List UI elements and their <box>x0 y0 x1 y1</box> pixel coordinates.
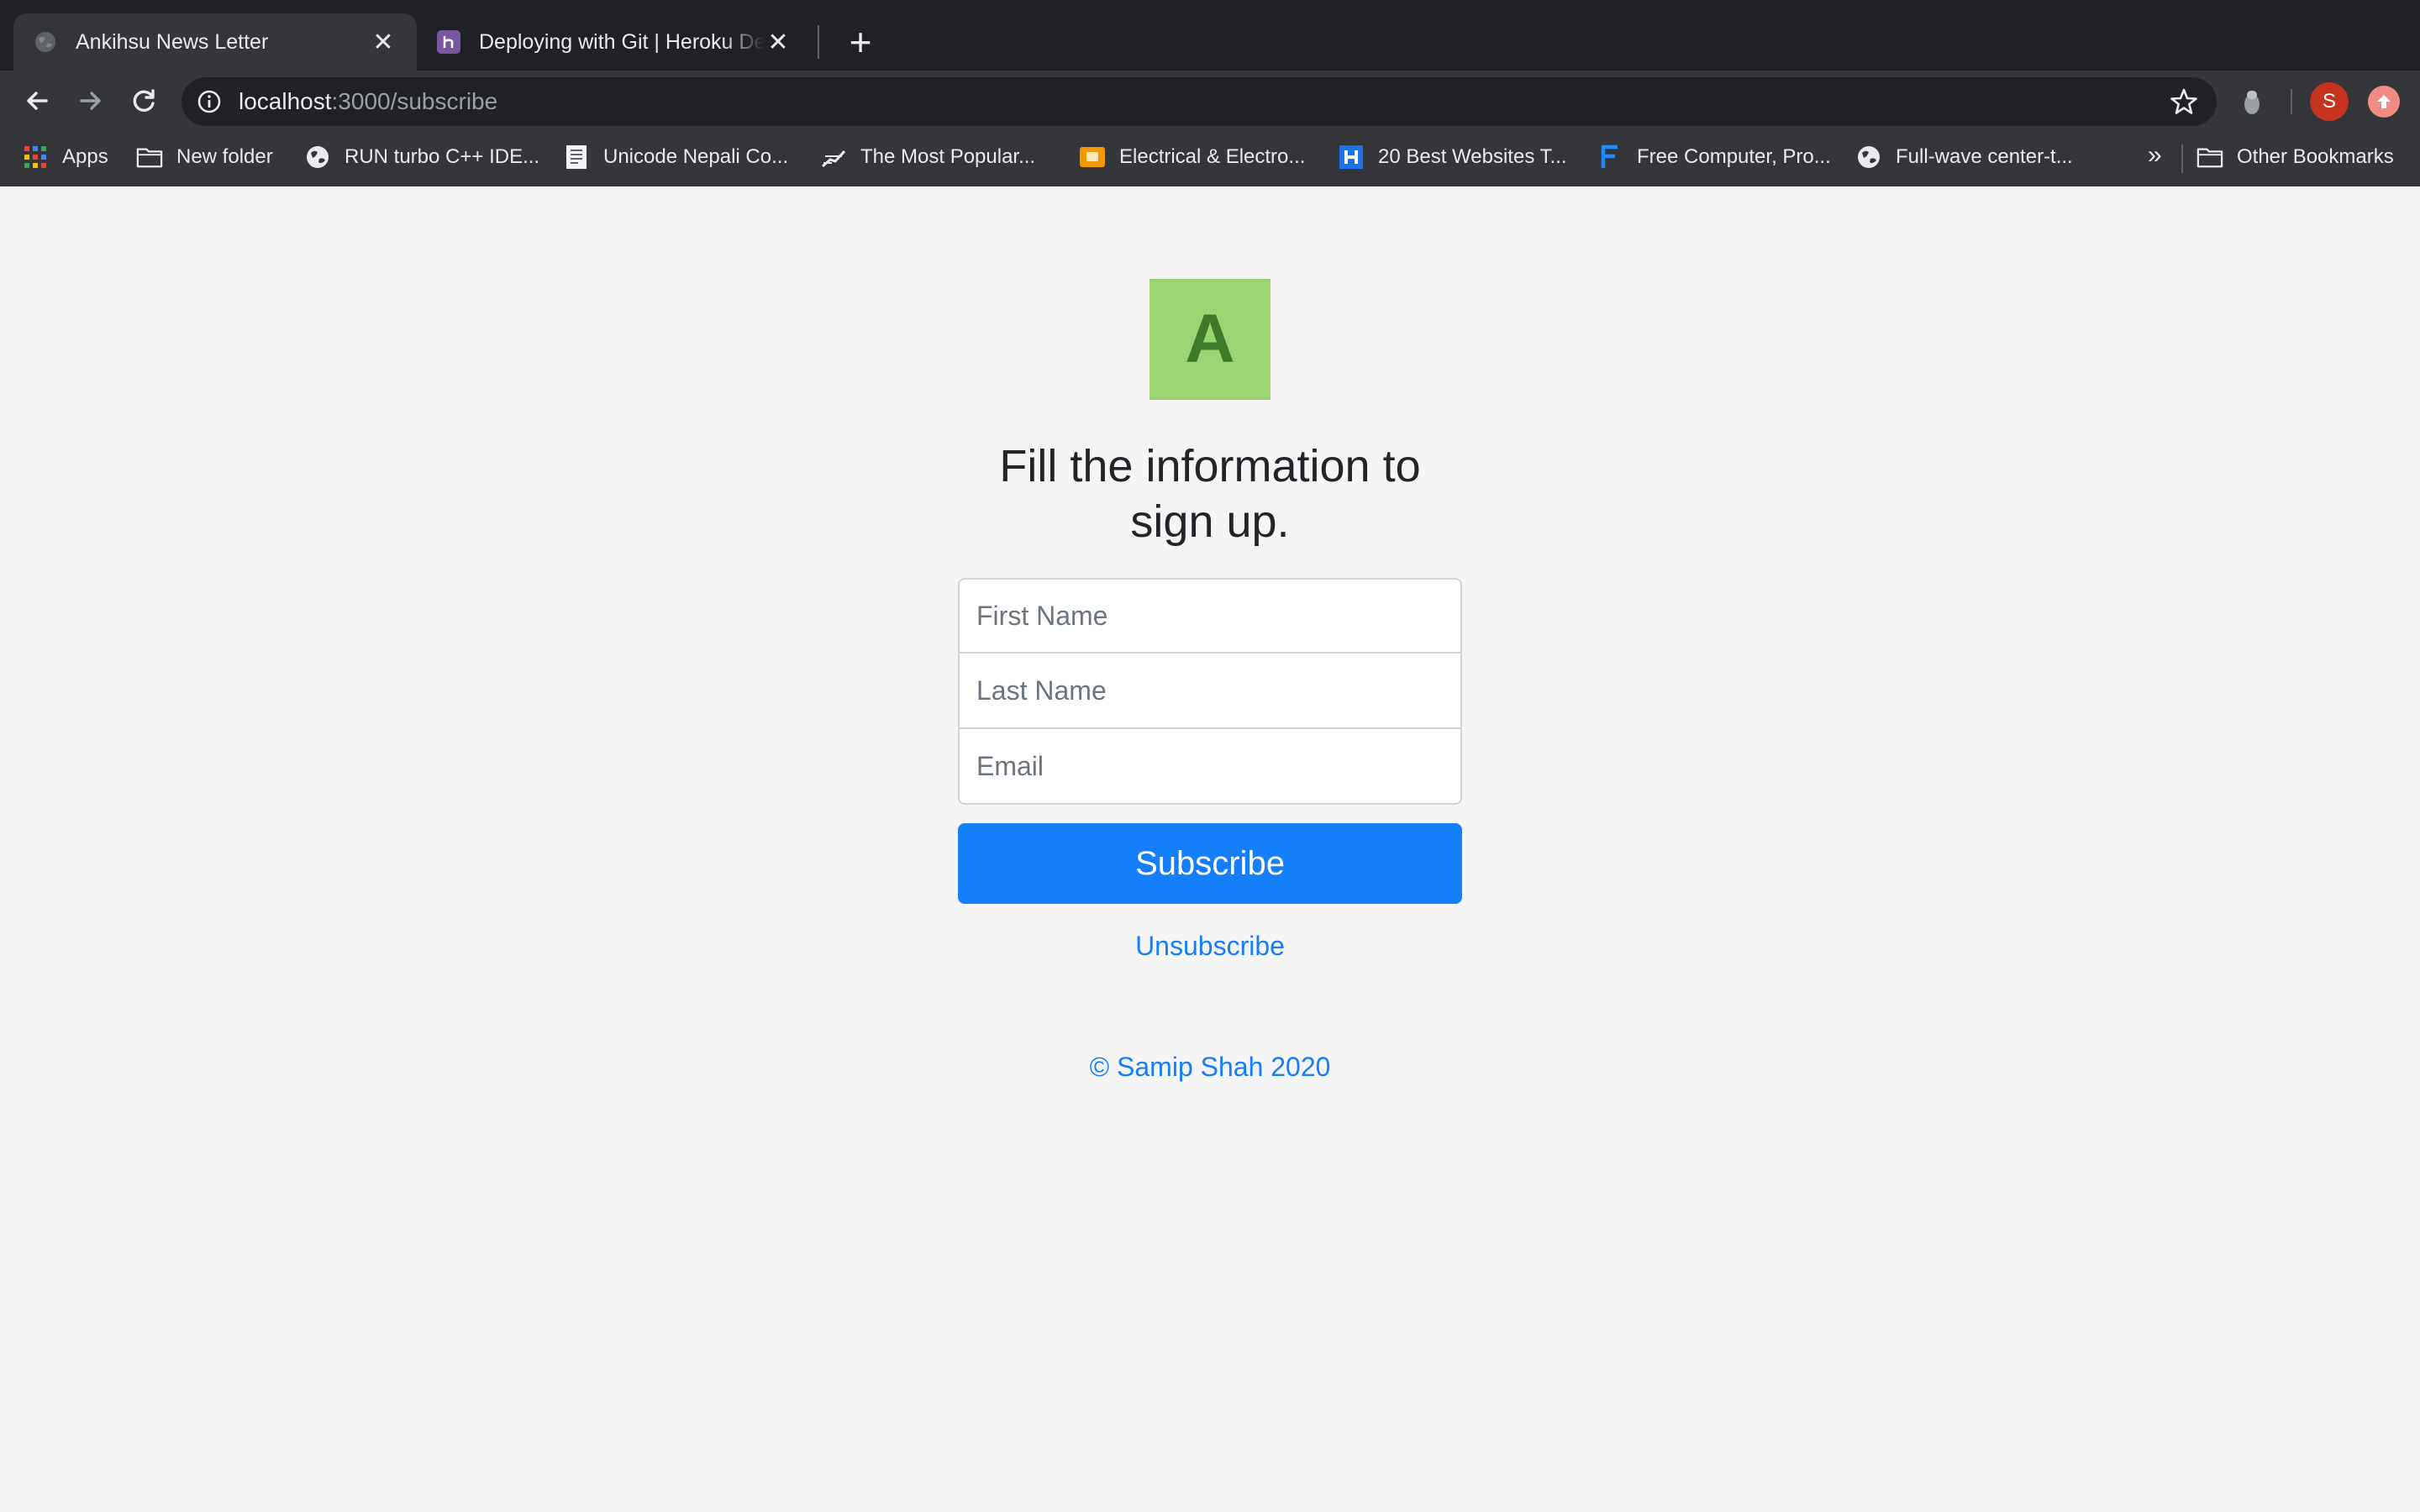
bookmark-label: The Most Popular... <box>860 145 1036 168</box>
bookmark-other-bookmarks[interactable]: Other Bookmarks <box>2196 131 2394 183</box>
profile-avatar[interactable]: S <box>2310 82 2349 121</box>
bookmark-label: Apps <box>62 145 108 168</box>
folder-icon <box>136 144 163 171</box>
bookmark-unicode-nepali[interactable]: Unicode Nepali Co... <box>563 131 788 183</box>
bookmarks-bar: Apps New folder RUN turbo C++ IDE... Uni… <box>0 131 2420 186</box>
document-icon <box>563 144 590 171</box>
bookmark-label: Electrical & Electro... <box>1119 145 1306 168</box>
unsubscribe-link[interactable]: Unsubscribe <box>958 931 1462 962</box>
bookmark-full-wave[interactable]: Full-wave center-t... <box>1855 131 2073 183</box>
footer-copyright: © Samip Shah 2020 <box>1089 1052 1331 1082</box>
tab-ankihsu-news-letter[interactable]: Ankihsu News Letter ✕ <box>13 13 417 71</box>
star-icon[interactable] <box>2170 87 2198 116</box>
globe-icon <box>34 30 57 54</box>
bookmarks-separator <box>2181 144 2183 173</box>
extension-icon[interactable] <box>2238 87 2265 116</box>
email-field[interactable] <box>958 729 1462 805</box>
tab-separator <box>818 25 819 59</box>
bookmark-free-computer[interactable]: Free Computer, Pro... <box>1597 131 1831 183</box>
reload-button[interactable] <box>123 79 166 123</box>
bookmark-label: Unicode Nepali Co... <box>603 145 789 168</box>
logo-letter: A <box>1185 301 1235 377</box>
bookmark-most-popular[interactable]: The Most Popular... <box>820 131 1035 183</box>
bookmark-20-best-websites[interactable]: 20 Best Websites T... <box>1338 131 1567 183</box>
close-tab-icon[interactable]: ✕ <box>370 28 397 57</box>
first-name-field[interactable] <box>958 578 1462 654</box>
bookmark-label: New folder <box>176 145 273 168</box>
bookmark-new-folder[interactable]: New folder <box>136 131 273 183</box>
url-path: :3000/subscribe <box>331 88 498 114</box>
f-icon <box>1597 144 1623 171</box>
bookmarks-overflow-button[interactable]: » <box>2148 141 2162 170</box>
h-icon <box>1338 144 1365 171</box>
globe-icon <box>1855 144 1882 171</box>
signup-form <box>958 578 1462 805</box>
bookmark-label: RUN turbo C++ IDE... <box>345 145 540 168</box>
bookmark-label: Full-wave center-t... <box>1896 145 2073 168</box>
brand-logo: A <box>1150 279 1270 400</box>
info-icon[interactable] <box>197 89 222 114</box>
forward-button[interactable] <box>69 79 113 123</box>
bookmark-run-turbo[interactable]: RUN turbo C++ IDE... <box>304 131 539 183</box>
tab-title: Ankihsu News Letter <box>76 29 269 54</box>
site-icon <box>820 144 847 171</box>
browser-toolbar: localhost:3000/subscribe S <box>0 71 2420 131</box>
toolbar-separator <box>2291 89 2292 114</box>
address-bar[interactable]: localhost:3000/subscribe <box>182 77 2217 126</box>
bookmark-label: 20 Best Websites T... <box>1378 145 1567 168</box>
page-content: A Fill the information to sign up. Subsc… <box>0 186 2420 1512</box>
url-text[interactable]: localhost:3000/subscribe <box>239 77 497 126</box>
browser-chrome: Ankihsu News Letter ✕ Deploying with Git… <box>0 0 2420 186</box>
arrow-left-icon <box>27 92 48 110</box>
close-tab-icon[interactable]: ✕ <box>765 28 792 57</box>
bookmark-electrical[interactable]: Electrical & Electro... <box>1079 131 1305 183</box>
back-button[interactable] <box>15 79 59 123</box>
new-tab-button[interactable]: + <box>837 18 884 66</box>
url-host: localhost <box>239 88 332 114</box>
tab-strip: Ankihsu News Letter ✕ Deploying with Git… <box>0 0 2420 71</box>
bookmark-label: Free Computer, Pro... <box>1637 145 1831 168</box>
bookmark-apps[interactable]: Apps <box>22 131 108 183</box>
page-title: Fill the information to sign up. <box>999 441 1421 547</box>
subscribe-button[interactable]: Subscribe <box>958 823 1462 904</box>
last-name-field[interactable] <box>958 654 1462 729</box>
slides-icon <box>1079 144 1106 171</box>
tab-heroku-dev-center[interactable]: Deploying with Git | Heroku Dev Center ✕ <box>417 13 812 71</box>
bookmark-label: Other Bookmarks <box>2237 145 2394 168</box>
reload-icon <box>133 89 155 112</box>
heroku-icon <box>437 30 460 54</box>
globe-icon <box>304 144 331 171</box>
update-icon[interactable] <box>2368 86 2400 118</box>
folder-icon <box>2196 144 2223 171</box>
tab-title: Deploying with Git | Heroku Dev Center <box>479 29 765 54</box>
arrow-right-icon <box>80 92 101 110</box>
apps-grid-icon <box>22 144 49 171</box>
